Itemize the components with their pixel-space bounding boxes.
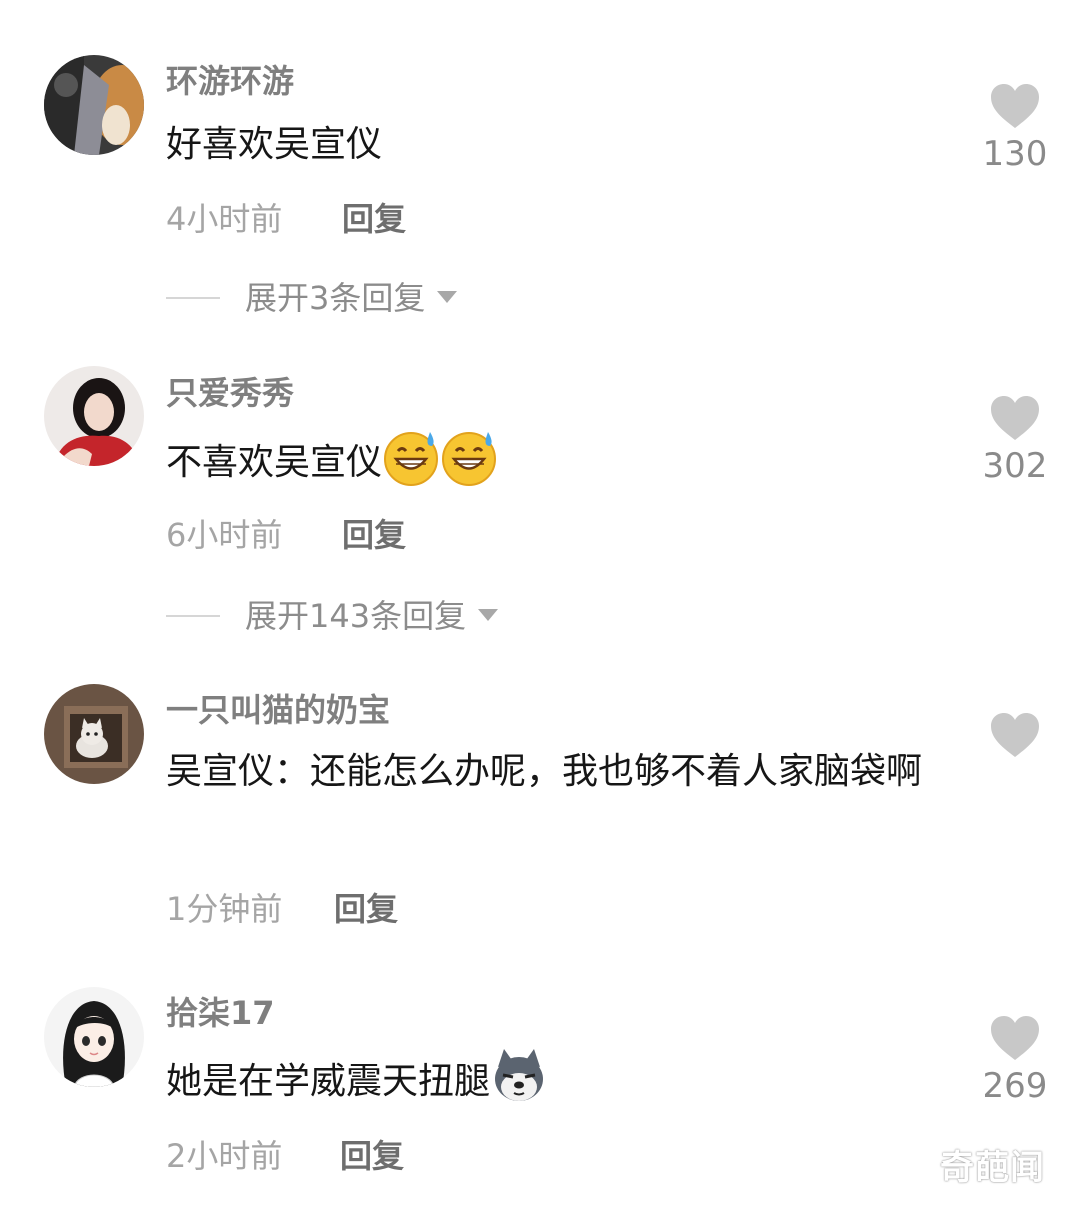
expand-replies-label: 展开3条回复 — [245, 279, 426, 317]
reply-button[interactable]: 回复 — [342, 515, 406, 555]
girl-red-avatar-icon — [44, 366, 144, 466]
comment-time: 4小时前 — [166, 200, 283, 238]
comment-text: 她是在学威震天扭腿 — [166, 1047, 936, 1111]
user-avatar[interactable] — [44, 684, 144, 784]
user-avatar[interactable] — [44, 55, 144, 155]
username[interactable]: 只爱秀秀 — [166, 373, 294, 413]
chevron-down-icon — [478, 609, 499, 621]
dog-avatar-icon — [44, 55, 144, 155]
like-count: 269 — [982, 1066, 1048, 1106]
comment-text: 不喜欢吴宣仪 — [166, 428, 936, 492]
username[interactable]: 拾柒17 — [166, 993, 275, 1033]
username[interactable]: 环游环游 — [166, 61, 294, 101]
like-button[interactable] — [980, 711, 1050, 759]
grinning-sweat-emoji-icon — [382, 428, 440, 486]
divider-line — [166, 615, 220, 617]
cat-in-box-avatar-icon — [44, 684, 144, 784]
reply-button[interactable]: 回复 — [342, 199, 406, 239]
heart-icon — [991, 84, 1039, 128]
expand-replies-button[interactable]: 展开3条回复 — [166, 278, 566, 318]
comment-text: 吴宣仪：还能怎么办呢，我也够不着人家脑袋啊 — [166, 751, 923, 792]
heart-icon — [991, 396, 1039, 440]
user-avatar[interactable] — [44, 366, 144, 466]
anime-girl-avatar-icon — [44, 987, 144, 1087]
like-count: 302 — [982, 446, 1048, 486]
expand-replies-label: 展开143条回复 — [245, 597, 467, 635]
comment-time: 2小时前 — [166, 1137, 283, 1175]
like-count: 130 — [982, 134, 1048, 174]
user-avatar[interactable] — [44, 987, 144, 1087]
like-button[interactable]: 269 — [980, 1014, 1050, 1106]
comment-text: 好喜欢吴宣仪 — [166, 124, 383, 165]
like-button[interactable]: 130 — [980, 82, 1050, 174]
doge-emoji-icon — [490, 1047, 548, 1105]
heart-icon — [991, 1016, 1039, 1060]
watermark: 奇葩闻 — [940, 1148, 1045, 1188]
like-button[interactable]: 302 — [980, 394, 1050, 486]
divider-line — [166, 297, 220, 299]
comment-time: 6小时前 — [166, 516, 283, 554]
grinning-sweat-emoji-icon — [440, 428, 498, 486]
expand-replies-button[interactable]: 展开143条回复 — [166, 596, 566, 636]
chevron-down-icon — [437, 291, 458, 303]
comment-time: 1分钟前 — [166, 890, 283, 928]
reply-button[interactable]: 回复 — [340, 1136, 404, 1176]
heart-icon — [991, 713, 1039, 757]
username[interactable]: 一只叫猫的奶宝 — [166, 690, 390, 730]
reply-button[interactable]: 回复 — [334, 889, 398, 929]
